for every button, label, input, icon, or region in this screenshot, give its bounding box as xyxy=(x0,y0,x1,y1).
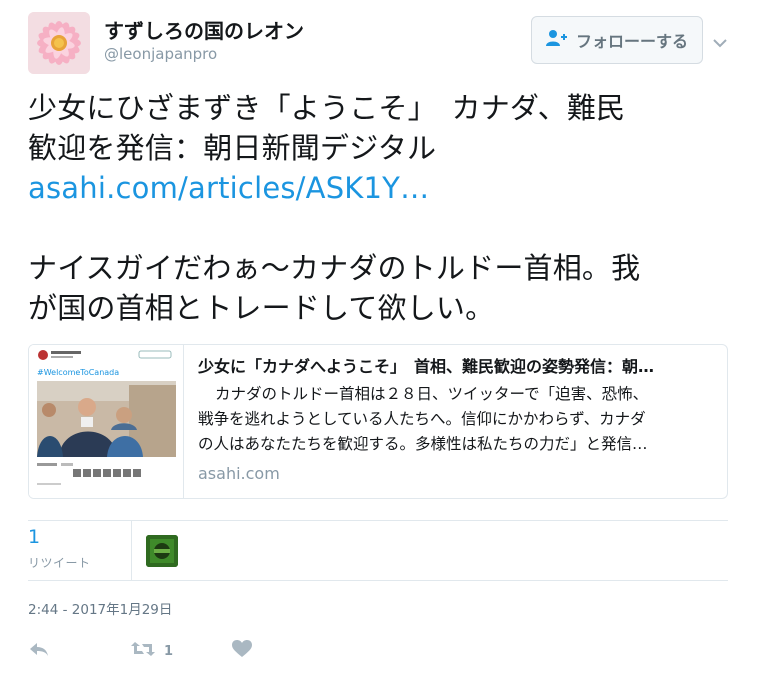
tweet-actions: 1 xyxy=(28,638,328,664)
retweet-icon xyxy=(130,640,156,662)
tweet-comment-line: が国の首相とトレードして欲しい。 xyxy=(28,291,495,325)
tweet-link[interactable]: asahi.com/articles/ASK1Y… xyxy=(28,168,743,208)
thumb-hashtag: #WelcomeToCanada xyxy=(37,368,119,377)
retweeter-avatar[interactable] xyxy=(146,535,178,567)
card-domain: asahi.com xyxy=(198,464,280,483)
heart-icon xyxy=(232,640,252,662)
retweet-button[interactable]: 1 xyxy=(130,638,173,664)
card-description-line: カナダのトルドー首相は２８日、ツイッターで「迫害、恐怖、 xyxy=(215,385,649,403)
retweet-stat-count[interactable]: 1 xyxy=(28,526,40,548)
stat-separator xyxy=(131,520,132,580)
tweet-text: 少女にひざまずき「ようこそ」 カナダ、難民 歓迎を発信：朝日新聞デジタル asa… xyxy=(28,88,743,328)
follow-user-plus-icon xyxy=(545,29,568,51)
card-body: 少女に「カナダへようこそ」 首相、難民歓迎の姿勢発信：朝… カナダのトルドー首相… xyxy=(198,355,713,485)
divider xyxy=(28,580,728,581)
reply-icon xyxy=(28,640,50,662)
link-card[interactable]: #WelcomeToCanada 少女に「カナダへようこそ」 首相、難民歓迎の姿… xyxy=(28,344,728,499)
retweet-stat-label[interactable]: リツイート xyxy=(28,554,91,571)
display-name[interactable]: すずしろの国のレオン xyxy=(104,18,304,44)
tweet-text-line: 少女にひざまずき「ようこそ」 カナダ、難民 xyxy=(28,91,626,125)
retweet-action-count: 1 xyxy=(164,643,174,659)
tweet-text-line: 歓迎を発信：朝日新聞デジタル xyxy=(28,131,437,165)
user-names: すずしろの国のレオン @leonjapanpro xyxy=(104,18,304,64)
card-title[interactable]: 少女に「カナダへようこそ」 首相、難民歓迎の姿勢発信：朝… xyxy=(198,355,713,379)
reply-button[interactable] xyxy=(28,638,50,664)
chevron-down-icon[interactable] xyxy=(712,34,728,48)
follow-button-label: フォローーする xyxy=(575,32,688,51)
card-description: カナダのトルドー首相は２８日、ツイッターで「迫害、恐怖、 戦争を逃れようとしてい… xyxy=(198,382,706,457)
tweet-comment-line: ナイスガイだわぁ～カナダのトルドー首相。我 xyxy=(28,251,641,285)
flower-avatar-image xyxy=(28,12,90,74)
tweet-header: すずしろの国のレオン @leonjapanpro フォローーする xyxy=(28,12,740,74)
card-thumbnail: #WelcomeToCanada xyxy=(29,345,184,498)
user-handle[interactable]: @leonjapanpro xyxy=(104,44,304,64)
tweet-timestamp[interactable]: 2:44 - 2017年1月29日 xyxy=(28,598,172,618)
avatar[interactable] xyxy=(28,12,90,74)
card-description-line: 戦争を逃れようとしている人たちへ。信仰にかかわらず、カナダ xyxy=(198,410,646,428)
follow-button[interactable]: フォローーする xyxy=(531,16,703,64)
card-thumbnail-image: #WelcomeToCanada xyxy=(29,345,183,498)
card-description-line: の人はあなたたちを歓迎する。多様性は私たちの力だ」と発信… xyxy=(198,435,648,453)
tweet-stats: 1 リツイート xyxy=(28,520,728,580)
like-button[interactable] xyxy=(232,638,252,664)
